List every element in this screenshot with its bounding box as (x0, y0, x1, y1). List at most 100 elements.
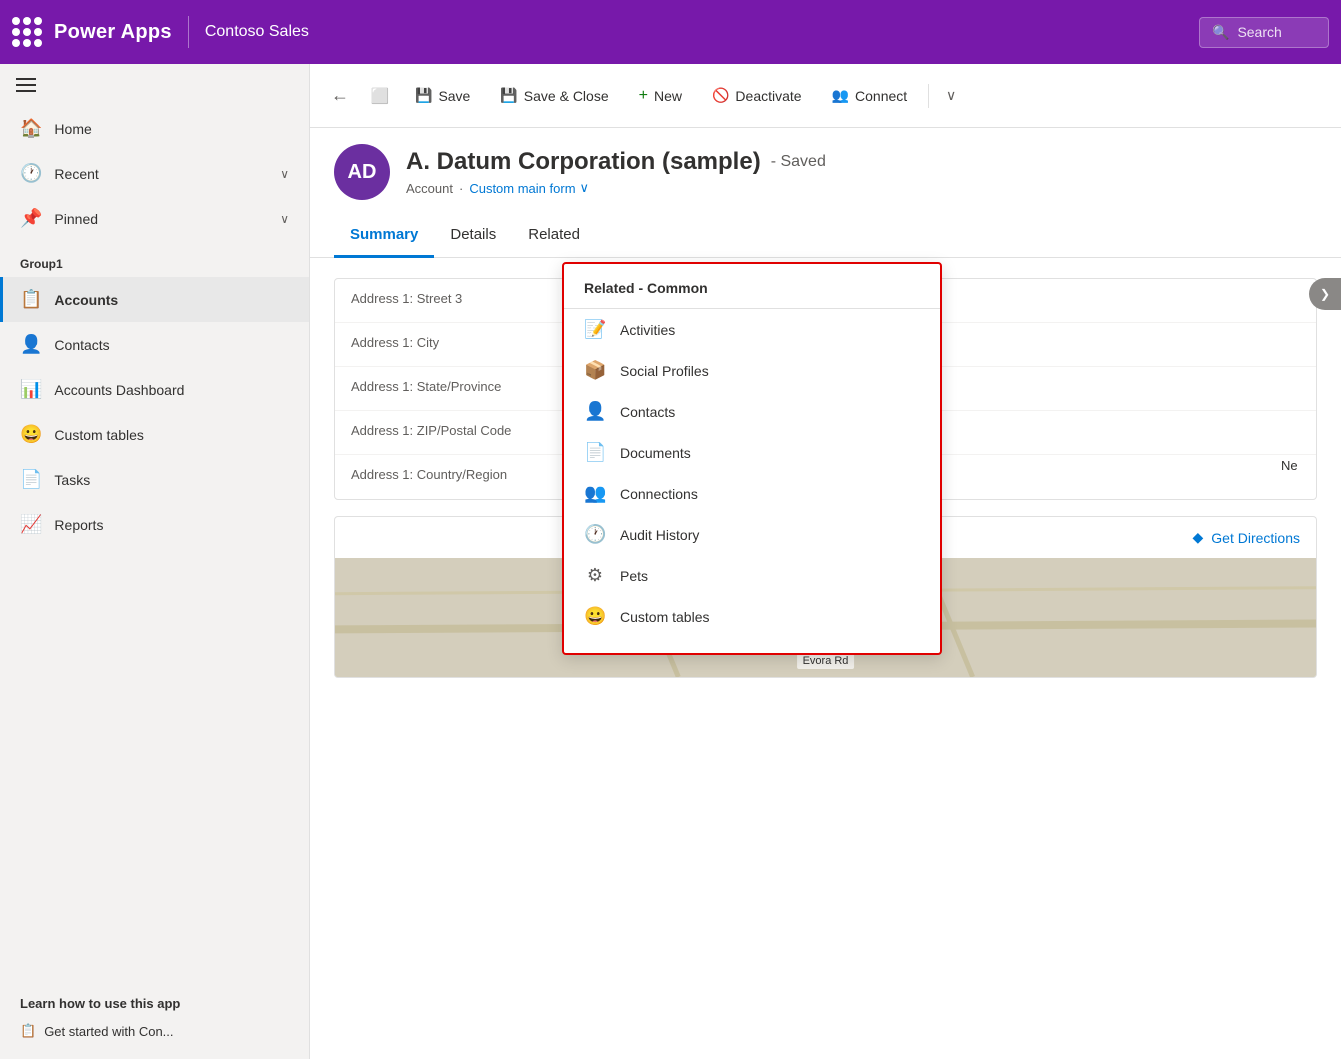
sidebar-item-label: Accounts Dashboard (54, 382, 184, 398)
app-grid-icon[interactable] (12, 17, 42, 47)
search-button[interactable]: 🔍 Search (1199, 17, 1329, 48)
record-saved-indicator: - Saved (771, 153, 826, 171)
form-selector-chevron: ∨ (580, 180, 590, 196)
custom-tables-icon: 😀 (20, 424, 42, 445)
related-item-label: Social Profiles (620, 363, 709, 379)
open-record-button[interactable]: ⬜ (362, 78, 398, 114)
sidebar-item-contacts[interactable]: 👤 Contacts (0, 322, 309, 367)
learn-section: Learn how to use this app 📋 Get started … (0, 980, 309, 1059)
sidebar-item-label: Tasks (54, 472, 90, 488)
toolbar-separator (928, 84, 929, 108)
save-icon: 💾 (415, 87, 432, 104)
reports-icon: 📈 (20, 514, 42, 535)
related-item-activities[interactable]: 📝 Activities (564, 309, 940, 350)
sidebar-item-label: Reports (54, 517, 103, 533)
related-item-pets[interactable]: ⚙ Pets (564, 555, 940, 596)
pin-icon: 📌 (20, 208, 42, 229)
more-actions-button[interactable]: ∨ (937, 78, 965, 114)
connections-icon: 👥 (584, 483, 606, 504)
related-item-label: Pets (620, 568, 648, 584)
field-label: Address 1: ZIP/Postal Code (351, 421, 551, 438)
new-button[interactable]: + New (626, 80, 695, 112)
field-label: Address 1: City (351, 333, 551, 350)
sidebar-item-label: Contacts (54, 337, 109, 353)
back-button[interactable]: ← (322, 78, 358, 114)
sidebar-group-label: Group1 (0, 241, 309, 277)
form-selector[interactable]: Custom main form ∨ (469, 180, 589, 196)
related-item-label: Documents (620, 445, 691, 461)
connect-button[interactable]: 👥 Connect (819, 80, 921, 111)
contacts-icon: 👤 (20, 334, 42, 355)
chevron-down-icon: ∨ (280, 212, 289, 226)
nav-divider (188, 16, 189, 48)
hamburger-menu[interactable] (0, 64, 309, 106)
top-navigation: Power Apps Contoso Sales 🔍 Search (0, 0, 1341, 64)
related-item-label: Audit History (620, 527, 699, 543)
social-profiles-icon: 📦 (584, 360, 606, 381)
deactivate-button[interactable]: 🚫 Deactivate (699, 80, 815, 111)
save-close-button[interactable]: 💾 Save & Close (487, 80, 621, 111)
search-icon: 🔍 (1212, 24, 1229, 41)
sidebar-item-recent[interactable]: 🕐 Recent ∨ (0, 151, 309, 196)
sidebar-item-label: Home (54, 121, 91, 137)
sidebar-item-label: Recent (54, 166, 98, 182)
toolbar: ← ⬜ 💾 Save 💾 Save & Close + New 🚫 Deacti… (310, 64, 1341, 128)
side-panel-icon: ❯ (1320, 287, 1330, 301)
app-name: Contoso Sales (205, 23, 309, 41)
documents-icon: 📄 (584, 442, 606, 463)
pets-icon: ⚙ (584, 565, 606, 586)
field-label: Address 1: Country/Region (351, 465, 551, 482)
main-content: ← ⬜ 💾 Save 💾 Save & Close + New 🚫 Deacti… (310, 64, 1341, 1059)
dashboard-icon: 📊 (20, 379, 42, 400)
get-started-item[interactable]: 📋 Get started with Con... (20, 1019, 289, 1043)
chevron-down-icon: ∨ (280, 167, 289, 181)
audit-history-icon: 🕐 (584, 524, 606, 545)
search-label: Search (1237, 24, 1281, 40)
related-item-custom-tables[interactable]: 😀 Custom tables (564, 596, 940, 637)
field-label: Address 1: Street 3 (351, 289, 551, 306)
get-started-icon: 📋 (20, 1023, 36, 1039)
new-icon: + (639, 87, 648, 105)
record-entity-type: Account (406, 181, 453, 196)
side-panel-toggle[interactable]: ❯ (1309, 278, 1341, 310)
sidebar-item-custom-tables[interactable]: 😀 Custom tables (0, 412, 309, 457)
related-item-documents[interactable]: 📄 Documents (564, 432, 940, 473)
recent-icon: 🕐 (20, 163, 42, 184)
tasks-icon: 📄 (20, 469, 42, 490)
save-close-icon: 💾 (500, 87, 517, 104)
tab-related[interactable]: Related (512, 214, 596, 258)
record-avatar: AD (334, 144, 390, 200)
related-item-audit-history[interactable]: 🕐 Audit History (564, 514, 940, 555)
right-col-new-label: Ne (1281, 458, 1341, 473)
related-item-label: Custom tables (620, 609, 709, 625)
sidebar-item-accounts[interactable]: 📋 Accounts (0, 277, 309, 322)
open-icon: ⬜ (371, 87, 390, 105)
tab-bar: Summary Details Related Related - Common… (310, 214, 1341, 258)
get-directions-label: Get Directions (1211, 530, 1300, 546)
directions-icon: ◆ (1193, 529, 1204, 546)
sidebar-item-pinned[interactable]: 📌 Pinned ∨ (0, 196, 309, 241)
contacts-dropdown-icon: 👤 (584, 401, 606, 422)
record-title: A. Datum Corporation (sample) (406, 148, 761, 176)
sidebar-item-tasks[interactable]: 📄 Tasks (0, 457, 309, 502)
tab-summary[interactable]: Summary (334, 214, 434, 258)
sidebar-item-label: Accounts (54, 292, 118, 308)
related-item-social-profiles[interactable]: 📦 Social Profiles (564, 350, 940, 391)
sidebar-item-reports[interactable]: 📈 Reports (0, 502, 309, 547)
sidebar-item-home[interactable]: 🏠 Home (0, 106, 309, 151)
related-item-label: Contacts (620, 404, 675, 420)
map-road-label: Evora Rd (797, 653, 855, 669)
custom-tables-emoji-icon: 😀 (584, 606, 606, 627)
related-dropdown-panel: Related - Common 📝 Activities 📦 Social P… (562, 262, 942, 655)
activities-icon: 📝 (584, 319, 606, 340)
learn-title: Learn how to use this app (20, 996, 289, 1011)
related-item-connections[interactable]: 👥 Connections (564, 473, 940, 514)
save-button[interactable]: 💾 Save (402, 80, 483, 111)
related-dropdown-header: Related - Common (564, 280, 940, 309)
record-header: AD A. Datum Corporation (sample) - Saved… (310, 128, 1341, 206)
home-icon: 🏠 (20, 118, 42, 139)
related-item-label: Activities (620, 322, 675, 338)
sidebar-item-accounts-dashboard[interactable]: 📊 Accounts Dashboard (0, 367, 309, 412)
tab-details[interactable]: Details (434, 214, 512, 258)
related-item-contacts[interactable]: 👤 Contacts (564, 391, 940, 432)
